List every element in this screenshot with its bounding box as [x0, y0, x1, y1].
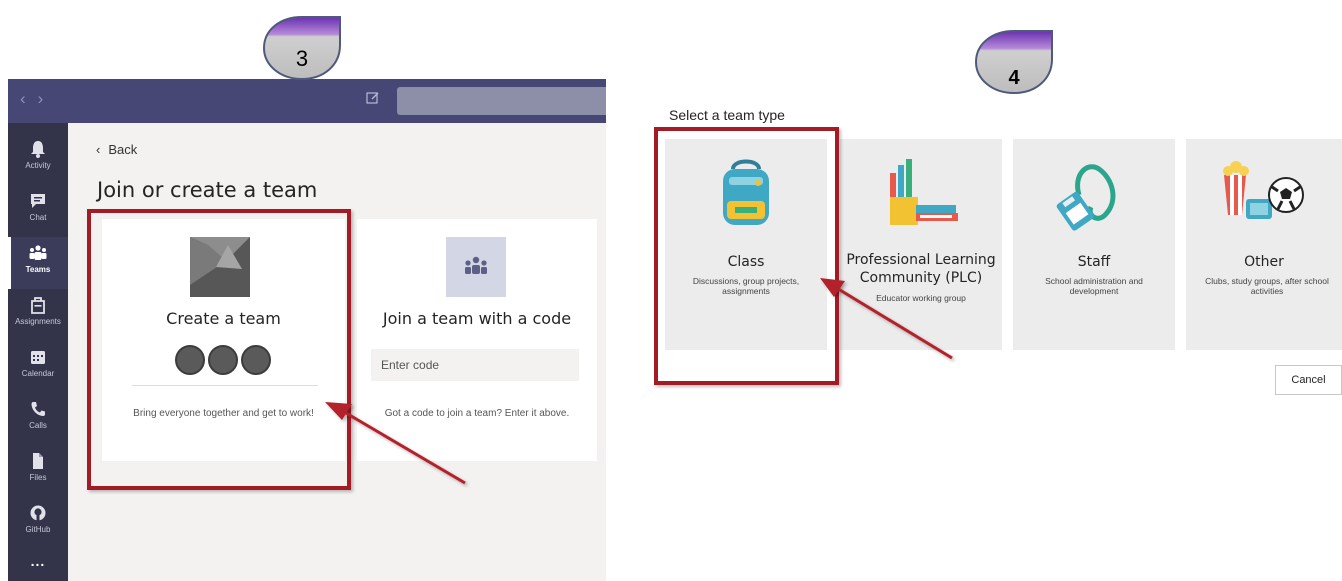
rail-label: Calls [29, 421, 47, 430]
page-title: Join or create a team [97, 178, 318, 202]
step-number: 4 [1008, 67, 1020, 89]
team-type-description: Clubs, study groups, after school activi… [1205, 276, 1329, 296]
join-team-image [446, 237, 506, 297]
rail-item-activity[interactable]: Activity [8, 133, 68, 185]
rail-item-calendar[interactable]: Calendar [8, 341, 68, 393]
rail-item-calls[interactable]: Calls [8, 393, 68, 445]
back-label: Back [108, 142, 138, 157]
rail-item-chat[interactable]: Chat [8, 185, 68, 237]
team-type-description: Educator working group [876, 293, 966, 303]
team-code-input[interactable] [371, 349, 579, 381]
team-type-other[interactable]: Other Clubs, study groups, after school … [1186, 139, 1342, 350]
file-icon [33, 453, 43, 469]
history-nav[interactable]: ‹› [20, 89, 55, 109]
rail-label: Activity [25, 161, 51, 170]
more-icon: ... [30, 553, 46, 569]
bell-icon [31, 141, 45, 158]
highlight-box-create [87, 209, 351, 490]
team-type-name: Professional Learning Community (PLC) [846, 252, 996, 286]
rail-label: Assignments [15, 317, 61, 326]
chevron-left-icon: ‹ [96, 142, 101, 157]
team-type-name: Staff [1077, 254, 1111, 270]
teams-icon [29, 245, 47, 260]
phone-icon [31, 402, 45, 416]
compose-icon[interactable] [366, 91, 382, 107]
rail-label: Teams [25, 265, 51, 274]
rail-item-github[interactable]: GitHub [8, 497, 68, 549]
app-rail: Activity Chat Teams Assignments Calendar… [8, 123, 68, 581]
back-arrow-icon[interactable]: ‹ [20, 89, 38, 108]
assignments-icon [31, 297, 45, 314]
team-type-plc[interactable]: Professional Learning Community (PLC) Ed… [840, 139, 1002, 350]
chat-icon [31, 194, 45, 208]
back-link[interactable]: ‹ Back [96, 142, 137, 157]
lanyard-icon [1056, 164, 1116, 231]
rail-item-assignments[interactable]: Assignments [8, 289, 68, 341]
rail-label: Calendar [21, 369, 55, 378]
calendar-icon [31, 351, 45, 364]
github-icon [30, 505, 46, 521]
select-team-type-title: Select a team type [669, 107, 785, 123]
rail-label: Chat [29, 213, 47, 222]
search-bar[interactable] [397, 87, 606, 115]
join-team-title: Join a team with a code [382, 309, 572, 328]
join-team-description: Got a code to join a team? Enter it abov… [384, 408, 570, 419]
rail-label: GitHub [25, 525, 51, 534]
rail-item-more[interactable]: ... [8, 553, 68, 581]
highlight-box-class [654, 127, 839, 385]
title-bar: ‹› [8, 79, 606, 123]
team-type-staff[interactable]: Staff School administration and developm… [1013, 139, 1175, 350]
step-badge-3: 3 [262, 15, 342, 81]
forward-arrow-icon[interactable]: › [38, 89, 56, 108]
cancel-button[interactable]: Cancel [1275, 365, 1342, 395]
team-type-description: School administration and development [1045, 276, 1143, 296]
rail-label: Files [29, 473, 47, 482]
team-type-name: Other [1244, 254, 1284, 270]
popcorn-ball-icon [1223, 161, 1304, 219]
step-badge-4: 4 [974, 29, 1054, 95]
rail-item-files[interactable]: Files [8, 445, 68, 497]
books-icon [890, 159, 958, 225]
rail-item-teams[interactable]: Teams [8, 237, 68, 289]
join-team-card: Join a team with a code Got a code to jo… [357, 219, 597, 461]
step-number: 3 [295, 46, 309, 71]
